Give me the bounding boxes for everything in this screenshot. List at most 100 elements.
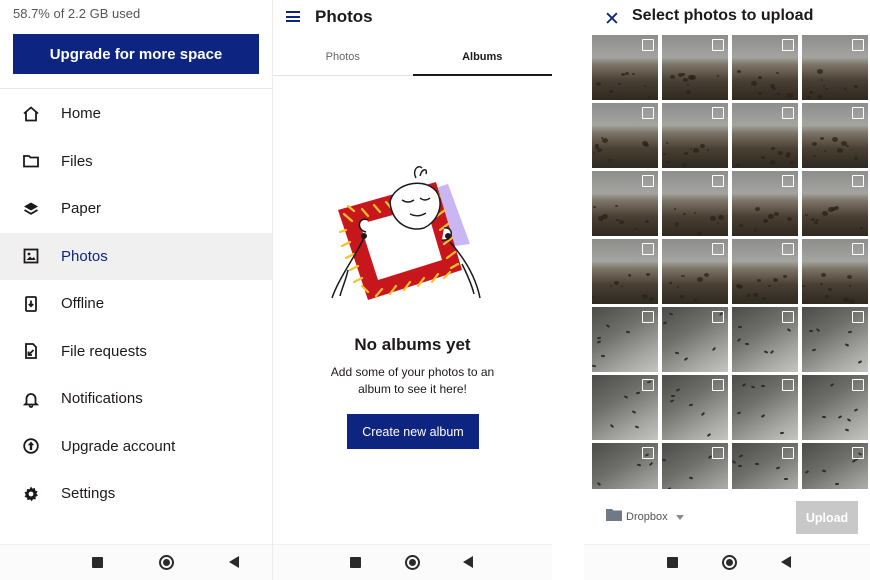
upload-button[interactable]: Upload — [796, 501, 858, 534]
select-checkbox[interactable] — [782, 447, 794, 459]
home-circle-icon[interactable] — [159, 555, 174, 570]
photo-thumbnail[interactable] — [662, 375, 728, 440]
photo-texture — [596, 82, 601, 86]
destination-folder-selector[interactable]: Dropbox — [606, 508, 684, 526]
select-checkbox[interactable] — [642, 311, 654, 323]
close-icon[interactable]: ✕ — [604, 8, 620, 31]
home-circle-icon[interactable] — [405, 555, 420, 570]
select-checkbox[interactable] — [712, 175, 724, 187]
tab-albums[interactable]: Albums — [412, 38, 553, 76]
photo-thumbnail[interactable] — [732, 35, 798, 100]
photo-thumbnail[interactable] — [662, 307, 728, 372]
home-circle-icon[interactable] — [722, 555, 737, 570]
photo-thumbnail[interactable] — [732, 375, 798, 440]
photo-texture — [769, 349, 775, 355]
photo-texture — [697, 277, 703, 282]
photo-thumbnail[interactable] — [592, 171, 658, 236]
select-checkbox[interactable] — [642, 39, 654, 51]
photo-thumbnail[interactable] — [802, 239, 868, 304]
photo-texture — [649, 297, 654, 301]
menu-item-file-requests[interactable]: File requests — [0, 328, 272, 376]
select-checkbox[interactable] — [852, 39, 864, 51]
photo-thumbnail[interactable] — [732, 443, 798, 489]
recents-icon[interactable] — [667, 557, 678, 568]
photo-thumbnail[interactable] — [592, 375, 658, 440]
photo-texture — [843, 297, 849, 302]
photo-texture — [783, 477, 789, 481]
photo-thumbnail[interactable] — [732, 239, 798, 304]
photo-texture — [614, 281, 619, 285]
select-checkbox[interactable] — [642, 175, 654, 187]
select-checkbox[interactable] — [712, 379, 724, 391]
select-checkbox[interactable] — [642, 379, 654, 391]
photo-thumbnail[interactable] — [592, 239, 658, 304]
back-icon[interactable] — [781, 556, 791, 568]
menu-item-photos[interactable]: Photos — [0, 232, 272, 280]
menu-item-notifications[interactable]: Notifications — [0, 375, 272, 423]
photo-thumbnail[interactable] — [802, 443, 868, 489]
menu-item-paper[interactable]: Paper — [0, 185, 272, 233]
photo-thumbnail[interactable] — [802, 35, 868, 100]
photo-thumbnail[interactable] — [662, 171, 728, 236]
hamburger-menu-icon[interactable] — [286, 11, 300, 22]
back-icon[interactable] — [229, 556, 239, 568]
photo-texture — [625, 72, 629, 75]
select-checkbox[interactable] — [712, 447, 724, 459]
photo-texture — [670, 282, 672, 284]
select-checkbox[interactable] — [712, 107, 724, 119]
photo-texture — [758, 76, 762, 79]
photos-screen: Photos Photos Albums No albums yet Add s… — [272, 0, 552, 580]
tab-photos[interactable]: Photos — [273, 38, 413, 75]
photo-thumbnail[interactable] — [802, 103, 868, 168]
select-checkbox[interactable] — [852, 311, 864, 323]
photo-thumbnail[interactable] — [662, 239, 728, 304]
select-checkbox[interactable] — [782, 243, 794, 255]
photo-thumbnail[interactable] — [592, 443, 658, 489]
select-checkbox[interactable] — [782, 175, 794, 187]
menu-item-files[interactable]: Files — [0, 138, 272, 186]
select-checkbox[interactable] — [782, 107, 794, 119]
photo-texture — [693, 148, 699, 153]
select-checkbox[interactable] — [852, 379, 864, 391]
recents-icon[interactable] — [350, 557, 361, 568]
photo-thumbnail[interactable] — [662, 35, 728, 100]
menu-label: Files — [61, 152, 93, 170]
photo-texture — [711, 346, 717, 352]
upgrade-button[interactable]: Upgrade for more space — [13, 34, 259, 74]
select-checkbox[interactable] — [712, 243, 724, 255]
upgrade-icon — [21, 436, 41, 456]
select-checkbox[interactable] — [852, 447, 864, 459]
select-checkbox[interactable] — [782, 379, 794, 391]
recents-icon[interactable] — [92, 557, 103, 568]
menu-item-settings[interactable]: Settings — [0, 470, 272, 518]
select-checkbox[interactable] — [852, 175, 864, 187]
photo-thumbnail[interactable] — [592, 35, 658, 100]
photo-texture — [621, 285, 623, 287]
select-checkbox[interactable] — [782, 39, 794, 51]
photo-thumbnail[interactable] — [592, 103, 658, 168]
photo-thumbnail[interactable] — [662, 103, 728, 168]
back-icon[interactable] — [463, 556, 473, 568]
select-checkbox[interactable] — [852, 243, 864, 255]
photo-thumbnail[interactable] — [802, 307, 868, 372]
select-checkbox[interactable] — [642, 243, 654, 255]
photo-thumbnail[interactable] — [732, 307, 798, 372]
photo-thumbnail[interactable] — [732, 171, 798, 236]
select-checkbox[interactable] — [712, 39, 724, 51]
select-checkbox[interactable] — [712, 311, 724, 323]
select-checkbox[interactable] — [782, 311, 794, 323]
select-checkbox[interactable] — [852, 107, 864, 119]
photo-thumbnail[interactable] — [802, 375, 868, 440]
storage-usage-text: 58.7% of 2.2 GB used — [13, 6, 141, 21]
create-album-button[interactable]: Create new album — [347, 414, 479, 449]
photo-thumbnail[interactable] — [592, 307, 658, 372]
select-checkbox[interactable] — [642, 447, 654, 459]
photo-texture — [636, 463, 642, 467]
menu-item-home[interactable]: Home — [0, 90, 272, 138]
photo-thumbnail[interactable] — [662, 443, 728, 489]
select-checkbox[interactable] — [642, 107, 654, 119]
photo-thumbnail[interactable] — [732, 103, 798, 168]
photo-thumbnail[interactable] — [802, 171, 868, 236]
menu-item-upgrade-account[interactable]: Upgrade account — [0, 423, 272, 471]
menu-item-offline[interactable]: Offline — [0, 280, 272, 328]
